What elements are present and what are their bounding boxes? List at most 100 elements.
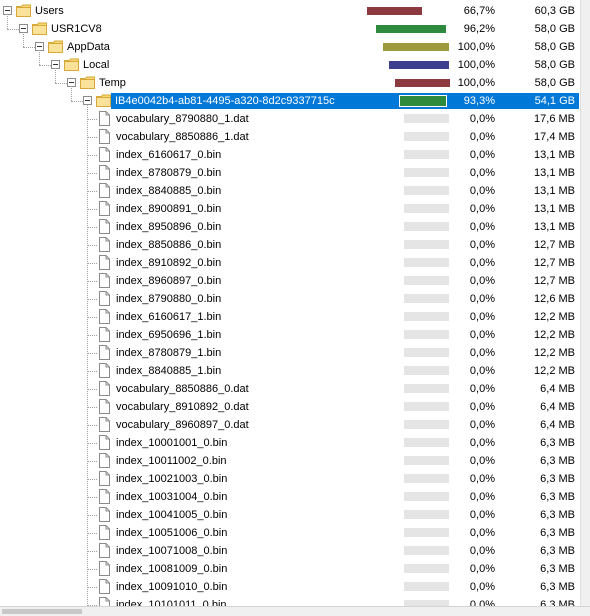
tree-row-file[interactable]: vocabulary_8960897_0.dat 0,0% 6,4 MB — [0, 416, 581, 434]
percent-value: 0,0% — [469, 149, 495, 161]
usage-bar — [367, 7, 422, 15]
tree-row-file[interactable]: vocabulary_8910892_0.dat 0,0% 6,4 MB — [0, 398, 581, 416]
tree-row-folder[interactable]: Users 66,7% 60,3 GB — [0, 2, 581, 20]
horizontal-scrollbar-thumb[interactable] — [2, 609, 82, 614]
tree-row-file[interactable]: index_6160617_1.bin 0,0% 12,2 MB — [0, 308, 581, 326]
tree-row-file[interactable]: index_10051006_0.bin 0,0% 6,3 MB — [0, 524, 581, 542]
tree-row-file[interactable]: index_10021003_0.bin 0,0% 6,3 MB — [0, 470, 581, 488]
folder-icon — [16, 4, 31, 17]
horizontal-scrollbar[interactable] — [0, 606, 590, 616]
tree-row-file[interactable]: index_10081009_0.bin 0,0% 6,3 MB — [0, 560, 581, 578]
size-value: 12,2 MB — [534, 329, 575, 341]
tree-row-file[interactable]: index_10011002_0.bin 0,0% 6,3 MB — [0, 452, 581, 470]
file-icon — [99, 363, 110, 378]
usage-bar — [376, 25, 446, 33]
tree-connector — [7, 14, 8, 29]
tree-row-file[interactable]: index_8850886_0.bin 0,0% 12,7 MB — [0, 236, 581, 254]
folder-icon — [96, 94, 111, 107]
size-value: 58,0 GB — [534, 77, 575, 89]
file-icon — [99, 327, 110, 342]
usage-bar-empty — [404, 546, 449, 555]
tree-row-file[interactable]: vocabulary_8850886_1.dat 0,0% 17,4 MB — [0, 128, 581, 146]
file-name: vocabulary_8910892_0.dat — [116, 401, 249, 413]
size-value: 58,0 GB — [534, 23, 575, 35]
tree-row-folder[interactable]: Local 100,0% 58,0 GB — [0, 56, 581, 74]
tree-row-file[interactable]: index_10031004_0.bin 0,0% 6,3 MB — [0, 488, 581, 506]
usage-bar-empty — [404, 240, 449, 249]
percent-value: 0,0% — [469, 545, 495, 557]
size-value: 12,2 MB — [534, 347, 575, 359]
percent-value: 93,3% — [463, 95, 495, 107]
file-name: index_10071008_0.bin — [116, 545, 228, 557]
percent-value: 0,0% — [469, 311, 495, 323]
file-icon — [99, 435, 110, 450]
tree-row-file[interactable]: index_6950696_1.bin 0,0% 12,2 MB — [0, 326, 581, 344]
usage-bar-empty — [404, 312, 449, 321]
percent-value: 0,0% — [469, 491, 495, 503]
usage-bar-empty — [404, 222, 449, 231]
tree-row-file[interactable]: index_8840885_1.bin 0,0% 12,2 MB — [0, 362, 581, 380]
file-name: index_10081009_0.bin — [116, 563, 228, 575]
percent-value: 96,2% — [463, 23, 495, 35]
tree-row-folder[interactable]: AppData 100,0% 58,0 GB — [0, 38, 581, 56]
usage-bar-empty — [404, 474, 449, 483]
usage-bar-empty — [404, 510, 449, 519]
file-name: index_8840885_0.bin — [116, 185, 222, 197]
usage-bar-empty — [404, 168, 449, 177]
tree-connector — [55, 83, 67, 84]
tree-row-file[interactable]: index_6160617_0.bin 0,0% 13,1 MB — [0, 146, 581, 164]
size-value: 6,3 MB — [540, 491, 575, 503]
size-value: 12,7 MB — [534, 257, 575, 269]
file-icon — [99, 255, 110, 270]
file-icon — [99, 381, 110, 396]
percent-value: 100,0% — [457, 59, 495, 71]
tree-row-folder[interactable]: Temp 100,0% 58,0 GB — [0, 74, 581, 92]
size-value: 58,0 GB — [534, 59, 575, 71]
size-value: 13,1 MB — [534, 185, 575, 197]
tree-row-file[interactable]: index_8960897_0.bin 0,0% 12,7 MB — [0, 272, 581, 290]
size-value: 12,6 MB — [534, 293, 575, 305]
tree-row-file[interactable]: vocabulary_8850886_0.dat 0,0% 6,4 MB — [0, 380, 581, 398]
size-value: 13,1 MB — [534, 149, 575, 161]
tree-row-folder[interactable]: USR1CV8 96,2% 58,0 GB — [0, 20, 581, 38]
directory-tree[interactable]: Users 66,7% 60,3 GB USR1CV8 96,2% 58,0 GB AppD… — [0, 0, 581, 607]
tree-connector — [87, 551, 97, 552]
usage-bar-empty — [404, 366, 449, 375]
tree-row-file[interactable]: index_8910892_0.bin 0,0% 12,7 MB — [0, 254, 581, 272]
usage-bar-empty — [404, 258, 449, 267]
usage-bar — [399, 95, 447, 107]
file-name: vocabulary_8960897_0.dat — [116, 419, 249, 431]
tree-connector — [39, 50, 40, 65]
percent-value: 0,0% — [469, 167, 495, 179]
tree-row-file[interactable]: index_8780879_0.bin 0,0% 13,1 MB — [0, 164, 581, 182]
percent-value: 0,0% — [469, 293, 495, 305]
percent-value: 0,0% — [469, 257, 495, 269]
tree-row-file[interactable]: index_8900891_0.bin 0,0% 13,1 MB — [0, 200, 581, 218]
file-icon — [99, 579, 110, 594]
file-icon — [99, 507, 110, 522]
file-name: index_8850886_0.bin — [116, 239, 222, 251]
tree-row-file[interactable]: index_10001001_0.bin 0,0% 6,3 MB — [0, 434, 581, 452]
file-icon — [99, 273, 110, 288]
tree-row-file[interactable]: index_8780879_1.bin 0,0% 12,2 MB — [0, 344, 581, 362]
tree-connector — [87, 299, 97, 300]
tree-connector — [87, 425, 97, 426]
tree-row-file[interactable]: index_8790880_0.bin 0,0% 12,6 MB — [0, 290, 581, 308]
file-name: index_8960897_0.bin — [116, 275, 222, 287]
folder-name: AppData — [67, 41, 110, 53]
tree-connector — [87, 173, 97, 174]
file-icon — [99, 237, 110, 252]
tree-row-file[interactable]: index_8950896_0.bin 0,0% 13,1 MB — [0, 218, 581, 236]
usage-bar — [389, 61, 449, 69]
tree-connector — [87, 515, 97, 516]
tree-row-file[interactable]: index_10071008_0.bin 0,0% 6,3 MB — [0, 542, 581, 560]
tree-row-file[interactable]: index_10091010_0.bin 0,0% 6,3 MB — [0, 578, 581, 596]
vertical-scrollbar[interactable] — [580, 0, 590, 607]
tree-connector — [87, 137, 97, 138]
tree-row-file[interactable]: vocabulary_8790880_1.dat 0,0% 17,6 MB — [0, 110, 581, 128]
tree-connector — [87, 389, 97, 390]
file-name: index_10011002_0.bin — [116, 455, 227, 467]
tree-row-file[interactable]: index_8840885_0.bin 0,0% 13,1 MB — [0, 182, 581, 200]
tree-row-file[interactable]: index_10041005_0.bin 0,0% 6,3 MB — [0, 506, 581, 524]
file-name: index_10091010_0.bin — [116, 581, 228, 593]
